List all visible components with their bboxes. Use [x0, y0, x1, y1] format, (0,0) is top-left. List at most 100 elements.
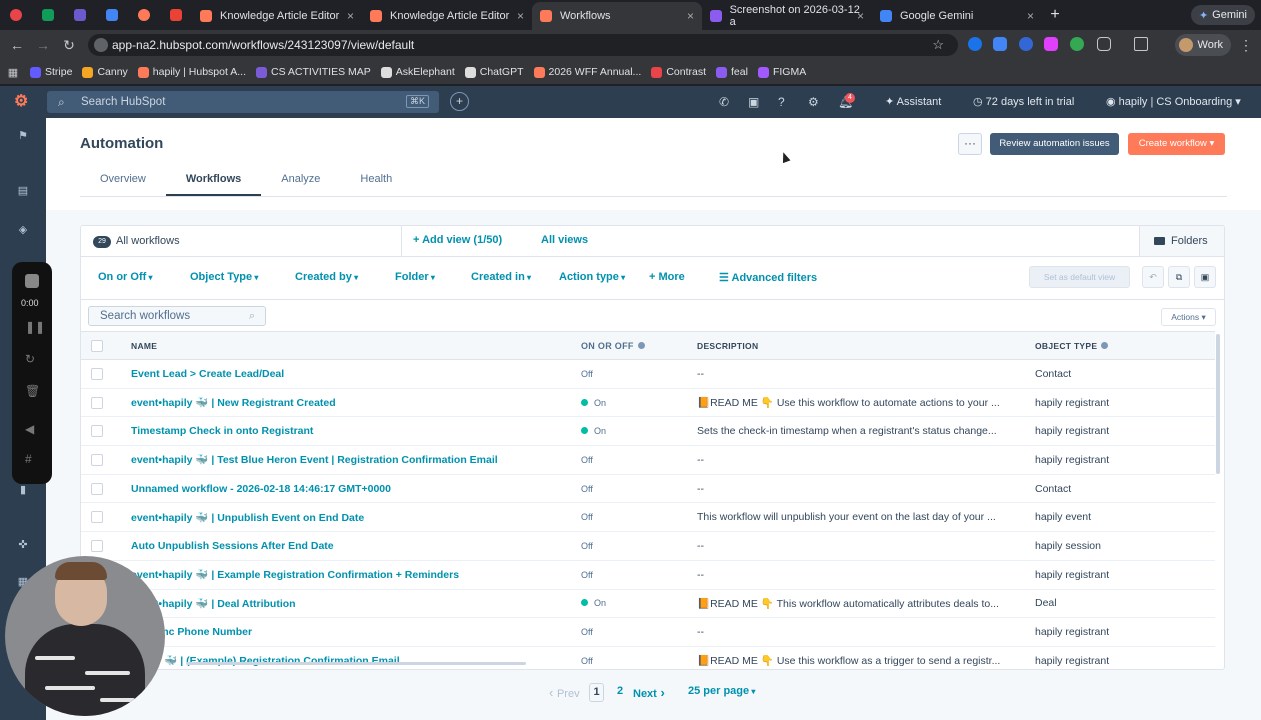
- back-icon[interactable]: ←: [4, 37, 30, 53]
- browser-tab[interactable]: Knowledge Article Editor ×: [192, 2, 362, 30]
- bookmark-item[interactable]: hapily | Hubspot A...: [137, 66, 246, 78]
- horizontal-scrollbar[interactable]: [186, 662, 526, 665]
- bookmark-star-icon[interactable]: ☆: [932, 37, 944, 53]
- table-row[interactable]: event•hapily 🐳 | Unpublish Event on End …: [81, 502, 1215, 533]
- create-workflow-button[interactable]: Create workflow ▾: [1128, 133, 1225, 155]
- page-1-button[interactable]: 1: [589, 683, 604, 702]
- extension-icon[interactable]: [993, 37, 1007, 51]
- row-checkbox[interactable]: [91, 454, 103, 467]
- hubspot-logo-icon[interactable]: ⚙: [14, 94, 30, 110]
- workflow-name-link[interactable]: event•hapily 🐳 | Example Registration Co…: [131, 569, 459, 581]
- row-checkbox[interactable]: [91, 482, 103, 495]
- row-checkbox[interactable]: [91, 367, 103, 380]
- select-all-checkbox[interactable]: [91, 339, 103, 352]
- page-2-button[interactable]: 2: [617, 685, 623, 697]
- filter-action-type[interactable]: Action type: [559, 271, 625, 283]
- extension-icon[interactable]: [1019, 37, 1033, 51]
- quick-create-button[interactable]: +: [450, 92, 469, 111]
- filter-object-type[interactable]: Object Type: [190, 271, 258, 283]
- phone-icon[interactable]: ✆: [719, 95, 729, 109]
- grid-icon[interactable]: #: [25, 452, 32, 466]
- trial-button[interactable]: ◷ 72 days left in trial: [973, 95, 1074, 108]
- bookmark-item[interactable]: 2026 WFF Annual...: [533, 66, 641, 78]
- stop-recording-button[interactable]: [25, 274, 39, 288]
- account-menu[interactable]: ◉ hapily | CS Onboarding ▾: [1106, 95, 1241, 108]
- extensions-puzzle-icon[interactable]: [1097, 37, 1111, 51]
- gemini-button[interactable]: ✦ Gemini: [1190, 5, 1255, 25]
- filter-on-or-off[interactable]: On or Off: [98, 271, 153, 283]
- table-row[interactable]: event•hapily 🐳 | Test Blue Heron Event |…: [81, 445, 1215, 475]
- extension-icon[interactable]: [968, 37, 982, 51]
- reload-icon[interactable]: ↻: [56, 37, 82, 54]
- restart-icon[interactable]: ↻: [25, 352, 35, 366]
- table-row[interactable]: event•hapily 🐳 | Deal Attribution On 📙READ…: [81, 589, 1215, 619]
- new-tab-button[interactable]: +: [1042, 6, 1068, 24]
- workflow-name-link[interactable]: Event Lead > Create Lead/Deal: [131, 368, 284, 380]
- help-icon[interactable]: ?: [778, 95, 785, 109]
- table-row[interactable]: Unnamed workflow - 2026-02-18 14:46:17 G…: [81, 474, 1215, 504]
- table-row[interactable]: hapily 🐳 | (Example) Registration Confir…: [81, 646, 1215, 669]
- row-checkbox[interactable]: [91, 396, 103, 409]
- column-header-description[interactable]: DESCRIPTION: [697, 331, 1035, 360]
- pinned-tab-sheets[interactable]: [32, 0, 64, 30]
- tab-analyze[interactable]: Analyze: [261, 172, 340, 197]
- close-tab-icon[interactable]: ×: [1027, 9, 1034, 23]
- vertical-scrollbar[interactable]: [1216, 334, 1220, 474]
- next-page-button[interactable]: Next: [633, 685, 665, 700]
- close-tab-icon[interactable]: ×: [517, 9, 524, 23]
- workflow-name-link[interactable]: event•hapily 🐳 | Test Blue Heron Event |…: [131, 454, 498, 466]
- table-row[interactable]: event•hapily 🐳 | Example Registration Co…: [81, 560, 1215, 590]
- pinned-tab-hubspot[interactable]: [128, 0, 160, 30]
- add-view-button[interactable]: + Add view (1/50): [413, 234, 502, 246]
- extension-icon[interactable]: [1044, 37, 1058, 51]
- filter-created-by[interactable]: Created by: [295, 271, 358, 283]
- hubspot-search-input[interactable]: ⌕ Search HubSpot ⌘K: [47, 91, 439, 113]
- review-automation-issues-button[interactable]: Review automation issues: [990, 133, 1119, 155]
- row-checkbox[interactable]: [91, 540, 103, 553]
- marketplace-icon[interactable]: ▣: [748, 95, 759, 109]
- filter-folder[interactable]: Folder: [395, 271, 435, 283]
- search-workflows-input[interactable]: Search workflows ⌕: [88, 306, 266, 326]
- bookmark-item[interactable]: ChatGPT: [464, 66, 524, 78]
- workflow-name-link[interactable]: Timestamp Check in onto Registrant: [131, 425, 313, 437]
- automation-icon[interactable]: ✜: [17, 539, 29, 551]
- per-page-dropdown[interactable]: 25 per page: [688, 685, 755, 697]
- more-filters-button[interactable]: + More: [649, 271, 685, 283]
- tab-health[interactable]: Health: [340, 172, 412, 197]
- profile-button[interactable]: Work: [1174, 34, 1231, 56]
- bookmark-item[interactable]: Contrast: [651, 66, 706, 78]
- collapse-icon[interactable]: ◀: [25, 422, 34, 436]
- webcam-bubble[interactable]: [5, 556, 165, 716]
- folders-button[interactable]: Folders: [1139, 226, 1224, 256]
- row-checkbox[interactable]: [91, 425, 103, 438]
- column-header-name[interactable]: NAME: [131, 331, 581, 360]
- pinned-tab-gmail[interactable]: [160, 0, 192, 30]
- workflow-name-link[interactable]: event•hapily 🐳 | Unpublish Event on End …: [131, 512, 364, 524]
- bookmark-item[interactable]: CS ACTIVITIES MAP: [256, 66, 371, 78]
- assistant-button[interactable]: ✦ Assistant: [885, 95, 941, 108]
- bookmark-item[interactable]: feal: [716, 66, 748, 78]
- info-icon[interactable]: [1101, 341, 1109, 349]
- trash-icon[interactable]: 🗑︎: [25, 384, 40, 398]
- bookmark-item[interactable]: Stripe: [30, 66, 72, 78]
- browser-tab[interactable]: Workflows ×: [532, 2, 702, 30]
- site-info-icon[interactable]: [94, 38, 108, 52]
- browser-tab[interactable]: Google Gemini ×: [872, 2, 1042, 30]
- copy-icon[interactable]: ⧉: [1168, 266, 1190, 288]
- forward-icon[interactable]: →: [30, 37, 56, 53]
- table-row[interactable]: Timestamp Check in onto Registrant On Sets…: [81, 416, 1215, 447]
- browser-tab[interactable]: Screenshot on 2026-03-12 a ×: [702, 2, 872, 30]
- close-tab-icon[interactable]: ×: [857, 9, 864, 23]
- bookmark-item[interactable]: FIGMA: [757, 66, 806, 78]
- extension-icon[interactable]: [1070, 37, 1084, 51]
- browser-tab[interactable]: Knowledge Article Editor ×: [362, 2, 532, 30]
- prev-page-button[interactable]: Prev: [549, 685, 580, 700]
- table-row[interactable]: Event Lead > Create Lead/Deal Off -- Contac…: [81, 359, 1215, 389]
- pinned-tab-calendar[interactable]: [96, 0, 128, 30]
- table-row[interactable]: p > Sync Phone Number Off -- hapily registr…: [81, 617, 1215, 647]
- marketing-icon[interactable]: ◈: [17, 224, 29, 236]
- tab-overview[interactable]: Overview: [80, 172, 166, 197]
- table-row[interactable]: event•hapily 🐳 | New Registrant Created O…: [81, 388, 1215, 418]
- view-tab-all-workflows[interactable]: 29 All workflows: [81, 226, 402, 257]
- side-panel-icon[interactable]: [1134, 37, 1148, 51]
